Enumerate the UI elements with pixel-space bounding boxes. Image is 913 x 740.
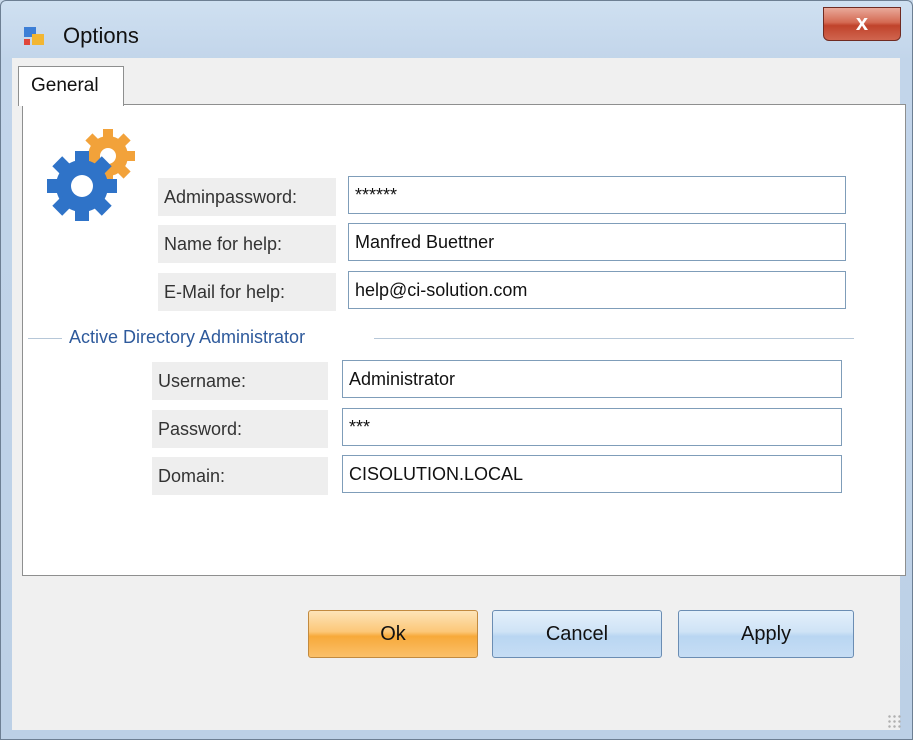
options-app-icon: [24, 27, 44, 45]
username-label: Username:: [152, 362, 328, 400]
active-directory-group-title: Active Directory Administrator: [66, 327, 309, 348]
email-for-help-label: E-Mail for help:: [158, 273, 336, 311]
domain-field[interactable]: [342, 455, 842, 493]
name-for-help-label: Name for help:: [158, 225, 336, 263]
resize-grip[interactable]: [887, 714, 901, 728]
close-icon: x: [855, 10, 869, 35]
adminpassword-field[interactable]: [348, 176, 846, 214]
ok-button[interactable]: Ok: [308, 610, 478, 658]
password-field[interactable]: [342, 408, 842, 446]
groupbox-border-left: [28, 338, 62, 339]
gear-icon: [47, 129, 135, 221]
title-bar[interactable]: Options x: [1, 1, 912, 59]
password-label: Password:: [152, 410, 328, 448]
apply-button[interactable]: Apply: [678, 610, 854, 658]
close-button[interactable]: x: [823, 7, 901, 41]
domain-label: Domain:: [152, 457, 328, 495]
tab-general[interactable]: General: [18, 66, 124, 106]
name-for-help-field[interactable]: [348, 223, 846, 261]
groupbox-border: [374, 338, 854, 339]
email-for-help-field[interactable]: [348, 271, 846, 309]
window-title: Options: [63, 23, 139, 48]
cancel-button[interactable]: Cancel: [492, 610, 662, 658]
adminpassword-label: Adminpassword:: [158, 178, 336, 216]
username-field[interactable]: [342, 360, 842, 398]
